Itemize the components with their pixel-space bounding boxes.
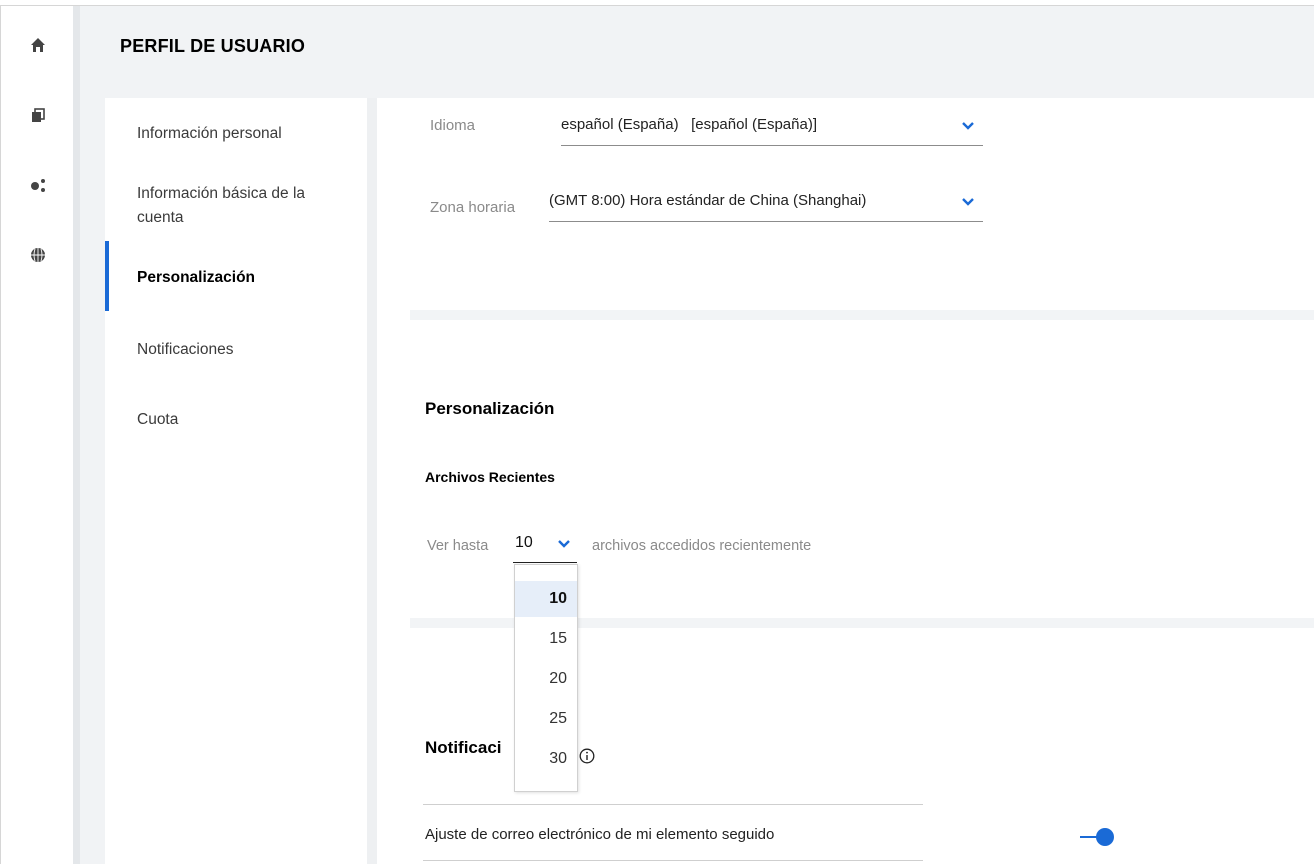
email-setting-toggle[interactable]	[1096, 828, 1114, 846]
chevron-down-icon	[962, 198, 974, 206]
nav-item-cuota[interactable]: Cuota	[137, 408, 337, 432]
recent-files-count-dropdown: 10 15 20 25 30	[514, 564, 578, 792]
personalization-title: Personalización	[425, 399, 555, 418]
nav-item-notificaciones[interactable]: Notificaciones	[137, 338, 337, 362]
globe-icon[interactable]	[27, 244, 49, 266]
page-header: PERFIL DE USUARIO	[80, 6, 1314, 98]
recent-files-count-select[interactable]: 10	[513, 531, 577, 563]
pages-icon[interactable]	[27, 104, 49, 126]
chevron-down-icon	[962, 122, 974, 130]
language-value: español (España) [español (España)]	[561, 116, 817, 133]
timezone-value: (GMT 8:00) Hora estándar de China (Shang…	[549, 192, 867, 209]
page-title: PERFIL DE USUARIO	[120, 36, 306, 56]
language-label: Idioma	[430, 117, 476, 134]
dropdown-option[interactable]: 30	[515, 741, 577, 777]
recent-files-prefix: Ver hasta	[427, 538, 489, 554]
email-setting-label: Ajuste de correo electrónico de mi eleme…	[425, 826, 775, 843]
recent-files-count-value: 10	[515, 534, 533, 551]
row-divider	[423, 804, 923, 805]
chevron-down-icon	[558, 540, 570, 548]
dropdown-option[interactable]: 25	[515, 701, 577, 737]
dropdown-option[interactable]: 15	[515, 621, 577, 657]
nav-item-informacion-personal[interactable]: Información personal	[137, 122, 337, 146]
dropdown-option[interactable]: 20	[515, 661, 577, 697]
active-nav-indicator	[105, 241, 109, 311]
nav-item-personalizacion[interactable]: Personalización	[137, 266, 337, 290]
timezone-label: Zona horaria	[430, 199, 516, 216]
info-icon[interactable]	[579, 748, 595, 764]
main-panel: Idioma español (España) [español (España…	[377, 98, 1314, 864]
timezone-select[interactable]: (GMT 8:00) Hora estándar de China (Shang…	[549, 192, 983, 222]
section-divider	[410, 310, 1314, 320]
notifications-title: Notificaci	[425, 738, 502, 757]
app-rail	[0, 6, 73, 864]
rail-separator	[73, 6, 80, 864]
subnav-separator	[367, 98, 377, 864]
language-select[interactable]: español (España) [español (España)]	[561, 116, 983, 146]
share-icon[interactable]	[27, 174, 49, 196]
row-divider	[423, 860, 923, 861]
recent-files-title: Archivos Recientes	[425, 469, 555, 485]
nav-item-informacion-basica[interactable]: Información básica de la cuenta	[137, 182, 327, 230]
content-gutter	[80, 98, 105, 864]
dropdown-option[interactable]: 10	[515, 581, 577, 617]
home-icon[interactable]	[27, 34, 49, 56]
recent-files-suffix: archivos accedidos recientemente	[592, 538, 812, 554]
profile-subnav: Información personal Información básica …	[105, 98, 367, 864]
